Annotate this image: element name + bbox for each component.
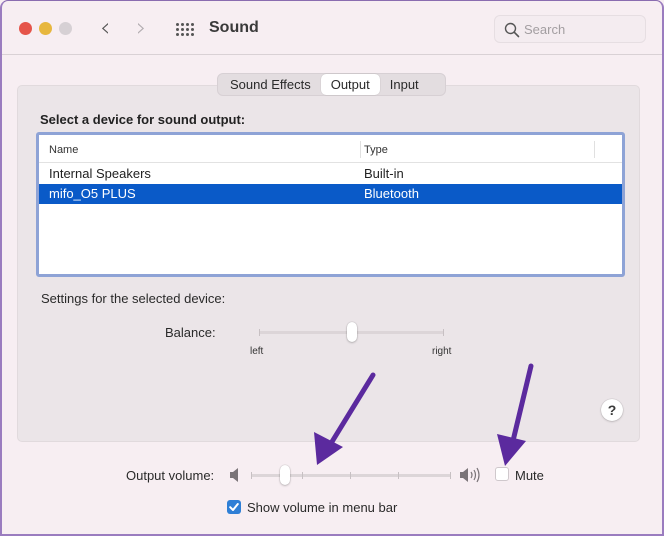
zoom-button[interactable] bbox=[59, 22, 72, 35]
output-device-table[interactable]: Name Type Internal Speakers Built-in mif… bbox=[36, 132, 625, 277]
settings-label: Settings for the selected device: bbox=[41, 291, 226, 306]
title-bar: ‹ › Sound Search bbox=[2, 1, 662, 55]
volume-tick bbox=[398, 472, 399, 479]
table-row-selected[interactable]: mifo_O5 PLUS Bluetooth bbox=[39, 184, 622, 204]
show-all-grid-icon[interactable] bbox=[176, 23, 194, 36]
balance-tick bbox=[443, 329, 444, 336]
search-placeholder: Search bbox=[524, 22, 566, 37]
device-name: Internal Speakers bbox=[49, 166, 151, 181]
help-button[interactable]: ? bbox=[601, 399, 623, 421]
device-type: Bluetooth bbox=[364, 186, 419, 201]
volume-tick bbox=[350, 472, 351, 479]
speaker-low-icon bbox=[230, 468, 238, 482]
balance-left-label: left bbox=[250, 346, 264, 357]
tab-sound-effects[interactable]: Sound Effects bbox=[218, 74, 321, 95]
tab-bar: Sound Effects Output Input bbox=[217, 73, 446, 96]
close-button[interactable] bbox=[19, 22, 32, 35]
chevron-right-icon[interactable]: › bbox=[136, 15, 146, 41]
search-icon bbox=[504, 22, 520, 38]
balance-label: Balance: bbox=[165, 325, 216, 340]
mute-label[interactable]: Mute bbox=[515, 468, 544, 483]
balance-tick bbox=[259, 329, 260, 336]
column-header-name[interactable]: Name bbox=[49, 144, 78, 156]
volume-tick bbox=[302, 472, 303, 479]
output-volume-label: Output volume: bbox=[126, 468, 215, 483]
device-name: mifo_O5 PLUS bbox=[49, 186, 136, 201]
checkmark-icon bbox=[229, 503, 239, 511]
table-header: Name Type bbox=[39, 135, 622, 163]
column-header-type[interactable]: Type bbox=[364, 144, 388, 156]
tab-output[interactable]: Output bbox=[320, 74, 380, 95]
column-divider bbox=[594, 141, 595, 158]
balance-slider-knob[interactable] bbox=[346, 322, 357, 342]
table-row[interactable]: Internal Speakers Built-in bbox=[39, 164, 622, 184]
minimize-button[interactable] bbox=[39, 22, 52, 35]
show-volume-label[interactable]: Show volume in menu bar bbox=[247, 500, 397, 515]
tab-input[interactable]: Input bbox=[380, 74, 429, 95]
search-field[interactable]: Search bbox=[494, 15, 646, 43]
volume-slider-knob[interactable] bbox=[280, 465, 290, 485]
device-section-title: Select a device for sound output: bbox=[40, 112, 246, 127]
volume-tick bbox=[450, 472, 451, 479]
speaker-high-icon bbox=[460, 467, 480, 483]
chevron-left-icon[interactable]: ‹ bbox=[100, 15, 110, 41]
device-type: Built-in bbox=[364, 166, 404, 181]
window-title: Sound bbox=[209, 19, 259, 36]
column-divider bbox=[360, 141, 361, 158]
show-volume-checkbox[interactable] bbox=[227, 500, 241, 514]
mute-checkbox[interactable] bbox=[495, 467, 509, 481]
balance-right-label: right bbox=[432, 346, 452, 357]
volume-tick bbox=[251, 472, 252, 479]
